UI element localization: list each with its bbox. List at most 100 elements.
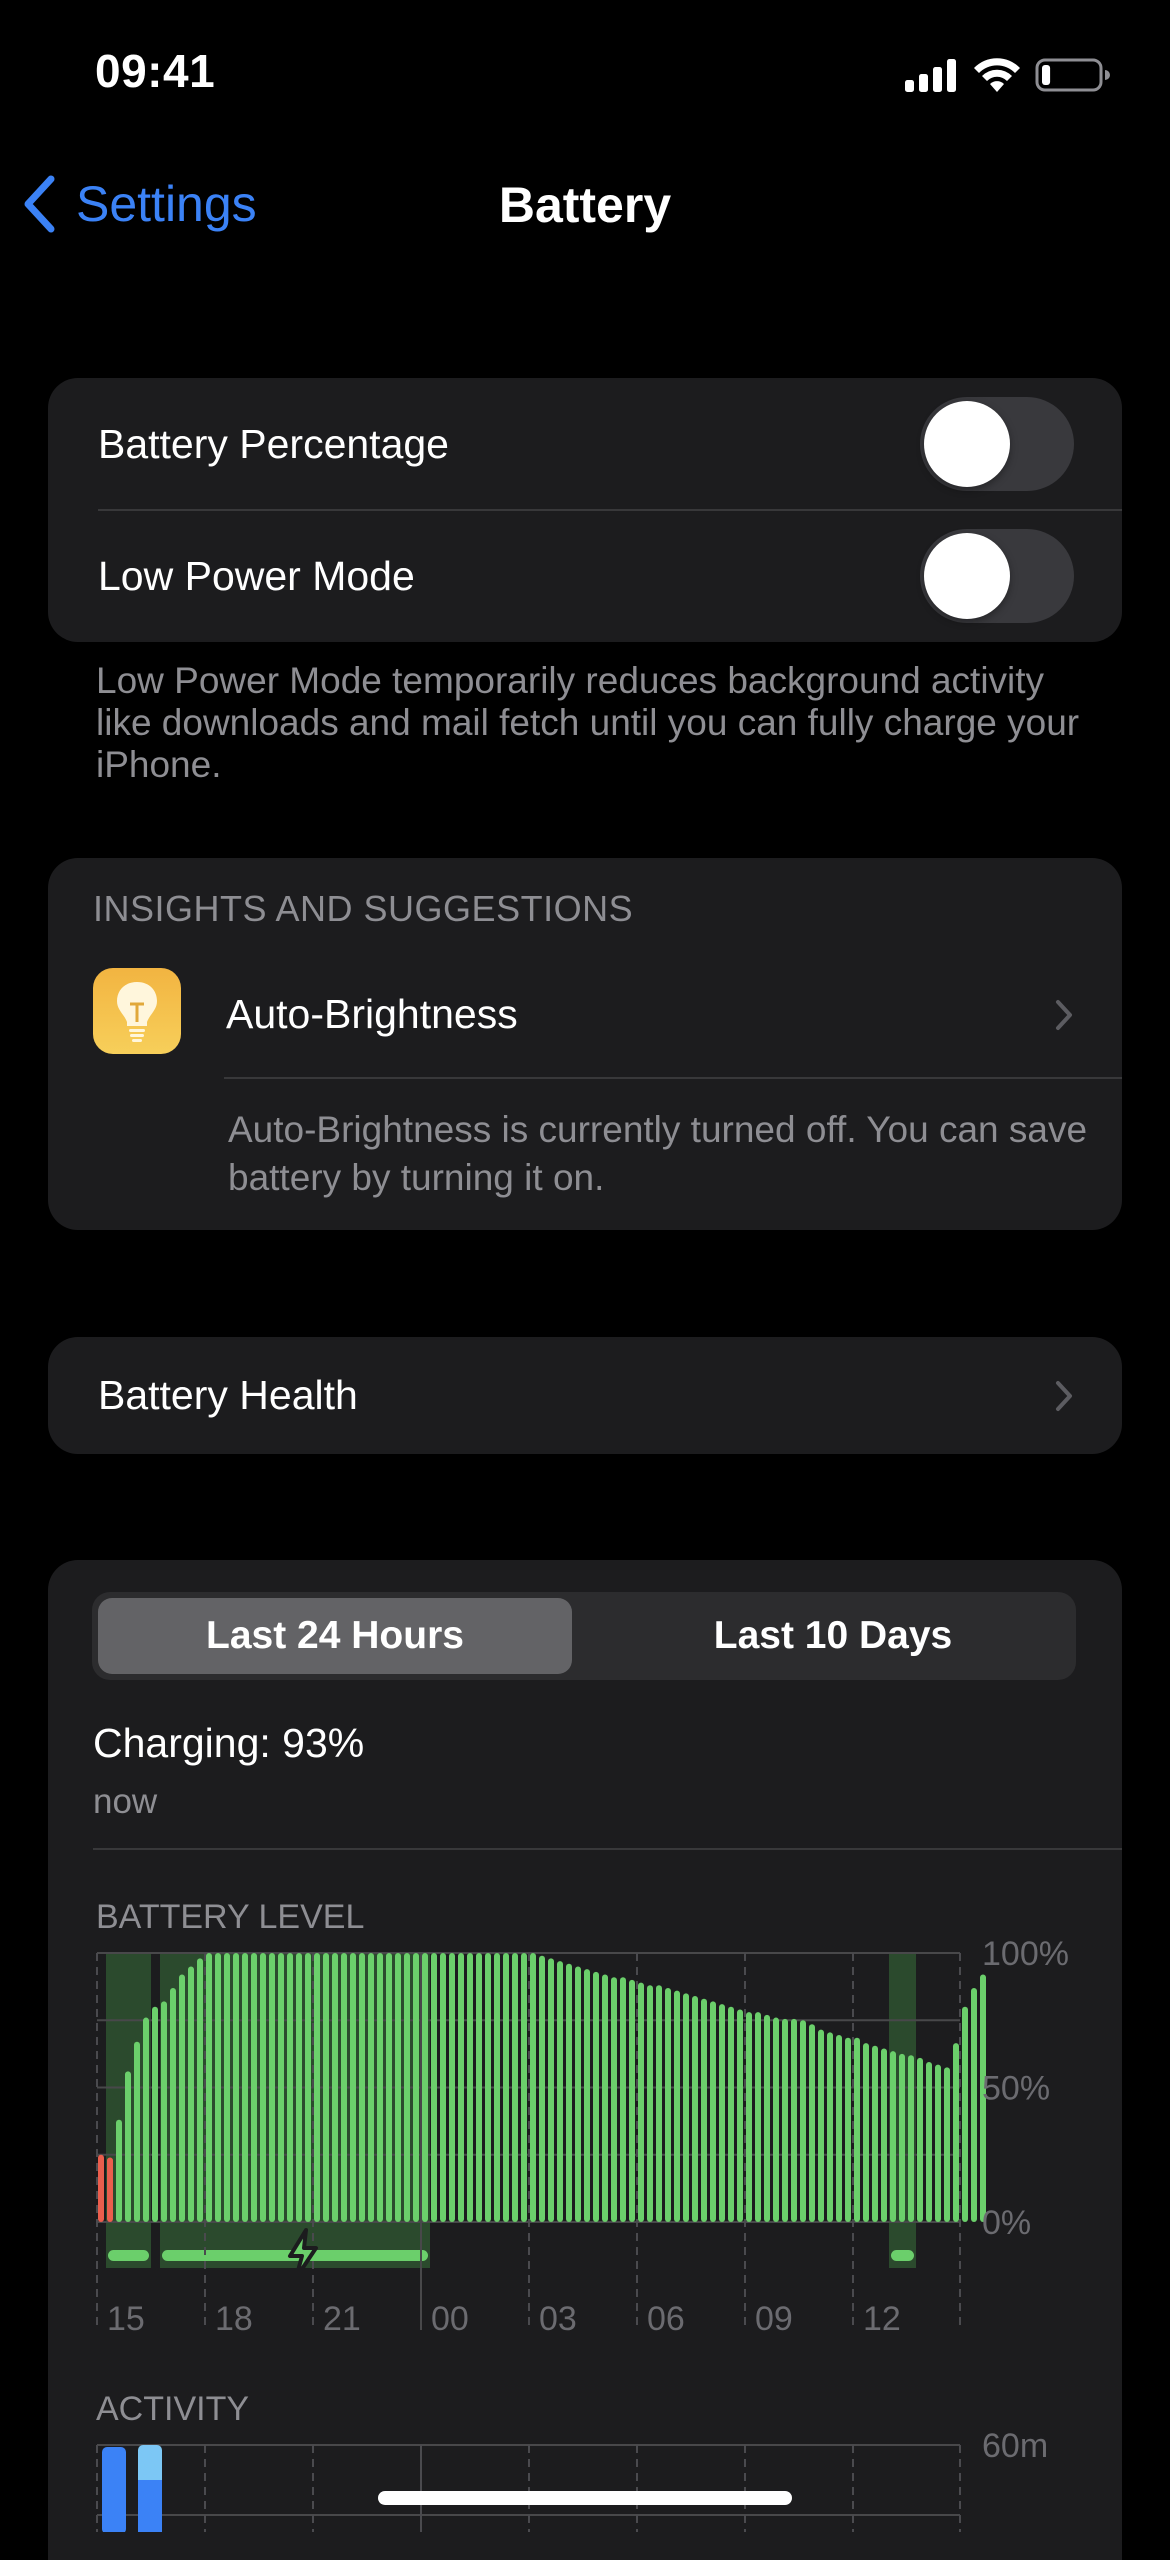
battery-bar	[305, 1953, 311, 2222]
battery-bar	[404, 1953, 410, 2222]
battery-bar	[476, 1953, 482, 2222]
battery-bar	[107, 2157, 113, 2222]
battery-bar	[926, 2061, 932, 2222]
battery-bar	[260, 1953, 266, 2222]
battery-bar	[764, 2014, 770, 2222]
battery-bar	[737, 2009, 743, 2222]
x-axis-label: 09	[755, 2300, 793, 2338]
battery-bar	[728, 2006, 734, 2222]
battery-bar	[188, 1966, 194, 2222]
battery-bar	[872, 2045, 878, 2222]
battery-bar	[152, 2006, 158, 2222]
battery-bar	[656, 1985, 662, 2222]
y-axis-label: 100%	[982, 1935, 1069, 1973]
battery-bar	[341, 1953, 347, 2222]
battery-bar	[332, 1953, 338, 2222]
battery-bar	[827, 2032, 833, 2222]
battery-bar	[539, 1955, 545, 2222]
battery-bar	[350, 1953, 356, 2222]
battery-bar	[908, 2055, 914, 2222]
battery-bar	[845, 2037, 851, 2222]
battery-bar	[251, 1953, 257, 2222]
charging-indicator-bar	[108, 2250, 149, 2261]
battery-bar	[521, 1953, 527, 2222]
activity-bar-screen-on	[138, 2480, 162, 2532]
x-axis-label: 18	[215, 2300, 253, 2338]
x-axis-label: 12	[863, 2300, 901, 2338]
battery-bar	[296, 1953, 302, 2222]
battery-bar	[467, 1953, 473, 2222]
battery-bar	[683, 1993, 689, 2222]
battery-bar	[629, 1979, 635, 2222]
battery-bar	[593, 1971, 599, 2222]
battery-bar	[503, 1953, 509, 2222]
battery-bar	[818, 2029, 824, 2222]
battery-bar	[863, 2043, 869, 2222]
battery-bar	[233, 1953, 239, 2222]
battery-bar	[971, 1987, 977, 2222]
battery-bar	[800, 2020, 806, 2222]
battery-bar	[224, 1953, 230, 2222]
battery-bar	[944, 2067, 950, 2222]
battery-bar	[710, 2001, 716, 2222]
battery-bar	[422, 1953, 428, 2222]
battery-bar	[638, 1982, 644, 2222]
battery-bar	[620, 1977, 626, 2222]
battery-bar	[494, 1953, 500, 2222]
battery-bar	[746, 2012, 752, 2222]
y-axis-label: 0%	[982, 2204, 1031, 2242]
battery-bar	[287, 1953, 293, 2222]
x-axis-label: 15	[107, 2300, 145, 2338]
battery-bar	[881, 2048, 887, 2222]
battery-bar	[134, 2041, 140, 2222]
battery-bar	[809, 2024, 815, 2222]
battery-bar	[917, 2057, 923, 2222]
battery-level-chart: 100% 50% 0% 15 18 21 00 03 06 09 12 60m	[96, 1935, 1069, 2532]
battery-bar	[431, 1953, 437, 2222]
y-axis-label: 50%	[982, 2070, 1050, 2108]
battery-bar	[674, 1990, 680, 2222]
battery-bar	[395, 1953, 401, 2222]
battery-bar	[143, 2017, 149, 2222]
battery-bar	[755, 2012, 761, 2222]
battery-bar	[206, 1953, 212, 2222]
battery-bar	[161, 2001, 167, 2222]
x-axis-label: 00	[431, 2300, 469, 2338]
battery-bar	[323, 1953, 329, 2222]
battery-bar	[449, 1953, 455, 2222]
battery-bar	[242, 1953, 248, 2222]
battery-bar	[935, 2064, 941, 2222]
battery-bar	[413, 1953, 419, 2222]
home-indicator	[378, 2491, 792, 2505]
x-axis-label: 06	[647, 2300, 685, 2338]
battery-bar	[773, 2017, 779, 2222]
battery-bar	[215, 1953, 221, 2222]
battery-bar	[611, 1977, 617, 2222]
battery-bar	[458, 1953, 464, 2222]
activity-y-label: 60m	[982, 2427, 1048, 2465]
battery-bar	[278, 1953, 284, 2222]
battery-bar	[701, 1998, 707, 2222]
battery-bar	[368, 1953, 374, 2222]
battery-bar	[566, 1963, 572, 2222]
battery-bar	[782, 2018, 788, 2222]
battery-bar	[962, 2006, 968, 2222]
battery-bar	[953, 2043, 959, 2222]
battery-bar	[665, 1987, 671, 2222]
battery-bar	[377, 1953, 383, 2222]
battery-bar	[836, 2035, 842, 2222]
battery-bar	[359, 1953, 365, 2222]
battery-bar	[116, 2119, 122, 2222]
battery-bar	[197, 1958, 203, 2222]
battery-bar	[386, 1953, 392, 2222]
battery-bar	[530, 1953, 536, 2222]
battery-bar	[512, 1953, 518, 2222]
x-axis-label: 03	[539, 2300, 577, 2338]
charging-indicator-bar	[891, 2250, 914, 2261]
battery-bar	[548, 1958, 554, 2222]
battery-bar	[314, 1953, 320, 2222]
battery-bar	[899, 2053, 905, 2222]
battery-bar	[557, 1961, 563, 2222]
x-axis-label: 21	[323, 2300, 361, 2338]
battery-bar	[647, 1985, 653, 2222]
